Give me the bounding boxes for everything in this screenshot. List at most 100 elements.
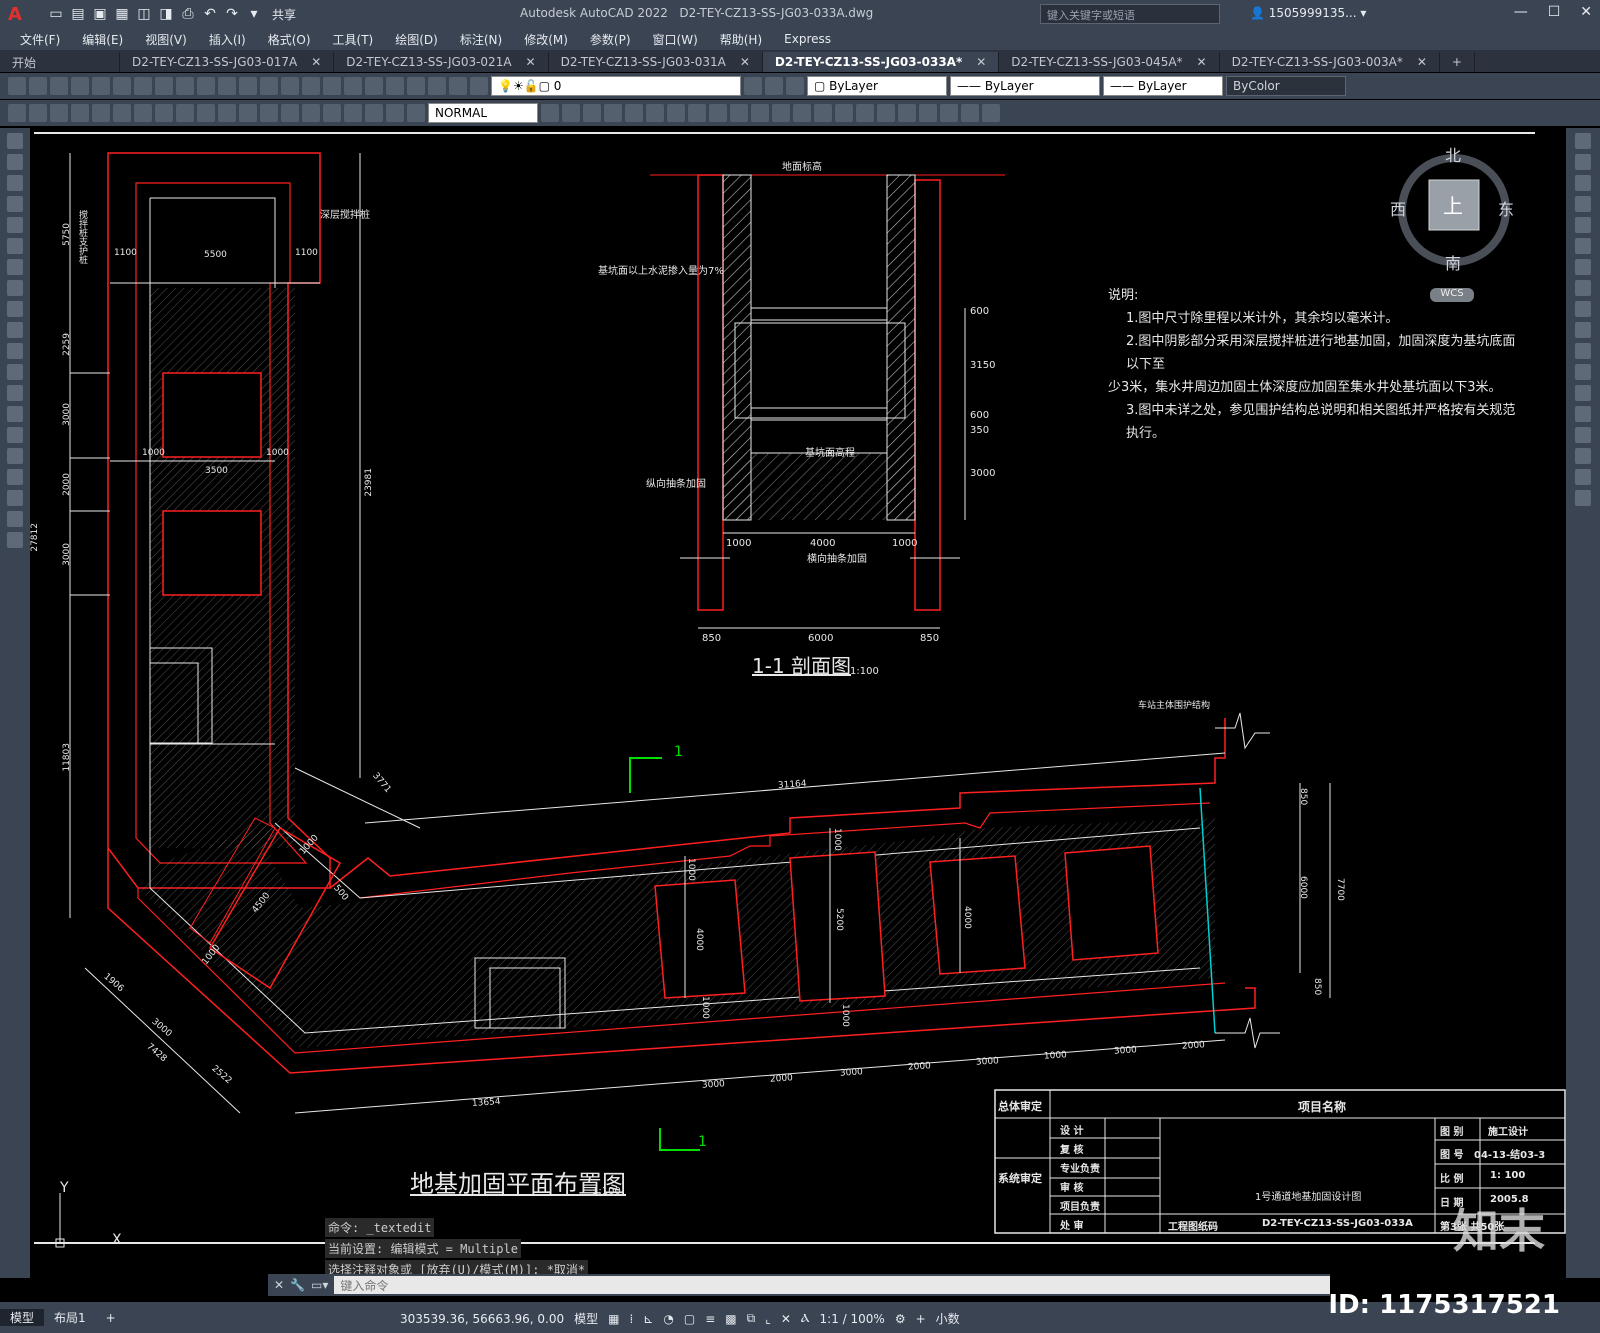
rotate-icon[interactable]	[1575, 259, 1591, 275]
annotation-icon[interactable]: ✕	[781, 1312, 791, 1326]
close-tab-icon[interactable]: ✕	[311, 55, 321, 69]
command-input[interactable]: 键入命令	[334, 1276, 1330, 1294]
minimize-icon[interactable]: —	[1514, 4, 1528, 20]
line-icon[interactable]	[7, 133, 23, 149]
selection-cycling-icon[interactable]: ⧉	[747, 1311, 756, 1326]
erase-icon[interactable]	[1575, 133, 1591, 149]
region-icon[interactable]	[7, 469, 23, 485]
design-center-icon[interactable]	[365, 77, 383, 95]
wrench-icon[interactable]: 🔧	[290, 1278, 305, 1292]
tolerance-icon[interactable]	[281, 104, 299, 122]
cut-icon[interactable]	[134, 77, 152, 95]
add-layout-icon[interactable]: +	[96, 1311, 126, 1325]
angular-icon[interactable]	[155, 104, 173, 122]
grid-icon[interactable]: ▦	[608, 1312, 619, 1326]
diameter-icon[interactable]	[134, 104, 152, 122]
blend-icon[interactable]	[1575, 469, 1591, 485]
close-tab-icon[interactable]: ✕	[740, 55, 750, 69]
new-icon[interactable]	[8, 77, 26, 95]
baseline-icon[interactable]	[197, 104, 215, 122]
coordinates-readout[interactable]: 303539.36, 56663.96, 0.00	[400, 1312, 564, 1326]
layer-previous-icon[interactable]	[765, 77, 783, 95]
autocad-logo-icon[interactable]: A	[0, 0, 30, 28]
dim-update-icon[interactable]	[407, 104, 425, 122]
extrude-icon[interactable]	[709, 104, 727, 122]
camera-icon[interactable]	[898, 104, 916, 122]
construction-line-icon[interactable]	[7, 154, 23, 170]
continue-icon[interactable]	[218, 104, 236, 122]
properties-icon[interactable]	[344, 77, 362, 95]
menu-parametric[interactable]: 参数(P)	[590, 31, 631, 48]
open-file-icon[interactable]: ▤	[68, 4, 88, 24]
chamfer-icon[interactable]	[1575, 427, 1591, 443]
dim-text-edit-icon[interactable]	[386, 104, 404, 122]
undo-icon[interactable]	[218, 77, 236, 95]
mtext-icon[interactable]	[7, 511, 23, 527]
join-icon[interactable]	[1575, 406, 1591, 422]
inspection-icon[interactable]	[323, 104, 341, 122]
linetype-dropdown[interactable]: —— ByLayer	[950, 76, 1100, 96]
close-tab-icon[interactable]: ✕	[526, 55, 536, 69]
box-icon[interactable]	[562, 104, 580, 122]
close-command-icon[interactable]: ✕	[274, 1278, 284, 1292]
polygon-icon[interactable]	[7, 196, 23, 212]
tab-start[interactable]: 开始	[0, 52, 120, 72]
ellipse-arc-icon[interactable]	[7, 343, 23, 359]
annotation-scale-icon[interactable]: Ⲁ	[801, 1311, 810, 1326]
menu-file[interactable]: 文件(F)	[20, 31, 60, 48]
tab-file[interactable]: D2-TEY-CZ13-SS-JG03-003A* ✕	[1220, 52, 1440, 72]
viewcube-top[interactable]: 上	[1443, 190, 1463, 219]
explode-icon[interactable]	[1575, 490, 1591, 506]
menu-insert[interactable]: 插入(I)	[209, 31, 246, 48]
copy-object-icon[interactable]	[1575, 154, 1591, 170]
plus-icon[interactable]: +	[916, 1312, 926, 1326]
undo-icon[interactable]: ↶	[200, 4, 220, 24]
walk-icon[interactable]	[919, 104, 937, 122]
tab-file[interactable]: D2-TEY-CZ13-SS-JG03-021A ✕	[334, 52, 549, 72]
subtract-icon[interactable]	[772, 104, 790, 122]
units-readout[interactable]: 小数	[936, 1310, 960, 1327]
viewcube-south[interactable]: 南	[1445, 250, 1461, 274]
close-tab-icon[interactable]: ✕	[1417, 55, 1427, 69]
tab-file[interactable]: D2-TEY-CZ13-SS-JG03-031A ✕	[549, 52, 763, 72]
markup-icon[interactable]	[428, 77, 446, 95]
circle-icon[interactable]	[7, 259, 23, 275]
wedge-icon[interactable]	[583, 104, 601, 122]
sheet-set-icon[interactable]	[407, 77, 425, 95]
customize-icon[interactable]: ▾	[244, 4, 264, 24]
viewcube-north[interactable]: 北	[1445, 142, 1461, 166]
tab-file[interactable]: D2-TEY-CZ13-SS-JG03-017A ✕	[120, 52, 335, 72]
menu-draw[interactable]: 绘图(D)	[395, 31, 438, 48]
union-icon[interactable]	[751, 104, 769, 122]
command-prompt-icon[interactable]: ▭▾	[311, 1278, 328, 1292]
center-mark-icon[interactable]	[302, 104, 320, 122]
copy-icon[interactable]	[155, 77, 173, 95]
trim-icon[interactable]	[1575, 322, 1591, 338]
menu-express[interactable]: Express	[784, 32, 831, 46]
lineweight-dropdown[interactable]: —— ByLayer	[1103, 76, 1223, 96]
plotstyle-dropdown[interactable]: ByColor	[1226, 76, 1346, 96]
cylinder-icon[interactable]	[646, 104, 664, 122]
revision-cloud-icon[interactable]	[7, 280, 23, 296]
array-icon[interactable]	[1575, 217, 1591, 233]
close-icon[interactable]: ✕	[1580, 4, 1592, 20]
save-as-icon[interactable]: ▦	[112, 4, 132, 24]
offset-icon[interactable]	[1575, 196, 1591, 212]
sphere-icon[interactable]	[625, 104, 643, 122]
cone-icon[interactable]	[604, 104, 622, 122]
redo-icon[interactable]: ↷	[222, 4, 242, 24]
make-block-icon[interactable]	[7, 385, 23, 401]
polyline-icon[interactable]	[7, 175, 23, 191]
dim-edit-icon[interactable]	[365, 104, 383, 122]
rectangle-icon[interactable]	[7, 217, 23, 233]
snap-icon[interactable]: ⁞	[630, 1312, 634, 1326]
dim-space-icon[interactable]	[239, 104, 257, 122]
mirror-icon[interactable]	[1575, 175, 1591, 191]
add-selected-icon[interactable]	[7, 532, 23, 548]
close-tab-icon[interactable]: ✕	[976, 55, 986, 69]
dim-break-icon[interactable]	[260, 104, 278, 122]
osnap-icon[interactable]: ▢	[684, 1312, 695, 1326]
arc-length-icon[interactable]	[50, 104, 68, 122]
lights-icon[interactable]	[877, 104, 895, 122]
menu-format[interactable]: 格式(O)	[268, 31, 311, 48]
